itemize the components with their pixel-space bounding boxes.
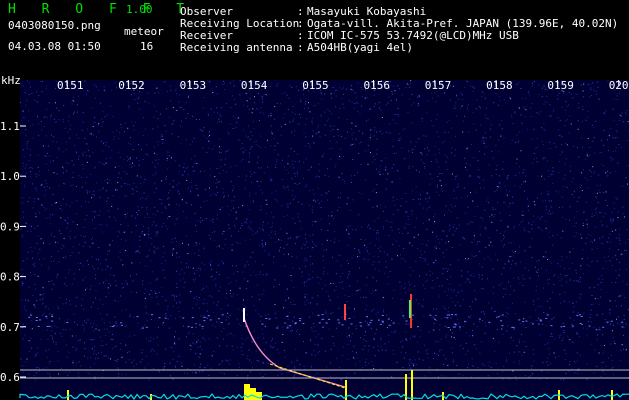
antenna-value: A504HB(yagi 4el) [307, 41, 413, 54]
x-tick-label: 0151 [57, 79, 84, 92]
x-tick-label: 0152 [118, 79, 145, 92]
y-tick-label: 0.8 [0, 271, 20, 284]
x-tick-label: 0154 [241, 79, 268, 92]
echo-bar [67, 390, 69, 400]
antenna-label: Receiving antenna [180, 41, 293, 54]
file-name: 0403080150.png [8, 19, 101, 32]
spectrogram-background [20, 80, 629, 400]
echo-bar [611, 390, 613, 400]
info-header: H R O F F T 1.00 0403080150.png meteor 0… [0, 0, 629, 72]
x-tick-label: 0153 [180, 79, 207, 92]
y-tick-label: 0.6 [0, 371, 20, 384]
y-tick-label: 1.0 [0, 170, 20, 183]
spectrogram-plot: 0151 0152 0153 0154 0155 0156 0157 0158 0159 0200… [0, 72, 629, 400]
echo-bar [256, 392, 262, 400]
meteor-label: meteor [124, 25, 164, 38]
meteor-count: 16 [140, 40, 154, 53]
echo-bar [250, 388, 256, 400]
y-tick-label: 0.7 [0, 321, 20, 334]
antenna-colon: : [297, 41, 304, 54]
y-axis-unit: kHz [1, 74, 21, 87]
x-tick-label: 0157 [425, 79, 452, 92]
file-datetime: 04.03.08 01:50 [8, 40, 101, 53]
echo-bar [244, 384, 250, 400]
x-tick-label: 0158 [486, 79, 512, 92]
x-tick-label: 0200 [609, 79, 629, 92]
x-tick-label: 0159 [547, 79, 574, 92]
x-tick-label: 0156 [364, 79, 391, 92]
echo-bar [411, 370, 413, 400]
y-tick-label: 0.9 [0, 220, 20, 233]
y-tick-label: 1.1 [0, 120, 20, 133]
x-tick-label: 0155 [302, 79, 329, 92]
spectrogram-svg: 0151 0152 0153 0154 0155 0156 0157 0158 0159 0200… [0, 74, 629, 400]
app-version: 1.00 [126, 3, 153, 16]
app-name: H R O F F T [8, 2, 194, 17]
